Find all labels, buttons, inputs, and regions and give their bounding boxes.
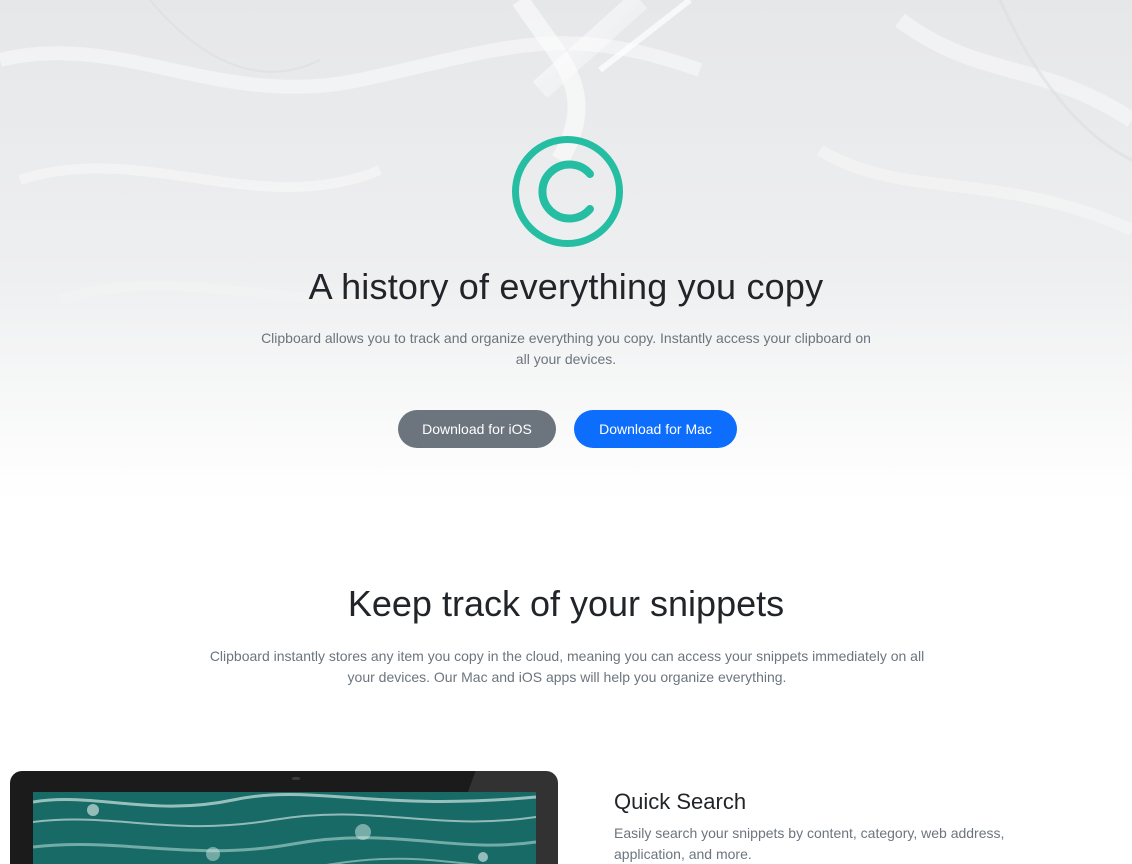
feature-title: Quick Search [614,789,747,814]
hero-title: A history of everything you copy [308,266,824,307]
feature-text: Easily search your snippets by content, … [614,825,1005,862]
download-mac-button[interactable]: Download for Mac [574,410,737,448]
section-subtitle: Clipboard instantly stores any item you … [209,648,925,685]
copyright-icon [510,134,625,249]
camera-dot [292,777,300,780]
device-screen-image [33,792,536,864]
hero-content: A history of everything you copy Clipboa… [0,0,1132,500]
section-title: Keep track of your snippets [347,583,785,624]
device-mockup [10,771,558,864]
download-ios-button[interactable]: Download for iOS [398,410,556,448]
hero-section: A history of everything you copy Clipboa… [0,0,1132,500]
hero-subtitle: Clipboard allows you to track and organi… [261,330,871,367]
